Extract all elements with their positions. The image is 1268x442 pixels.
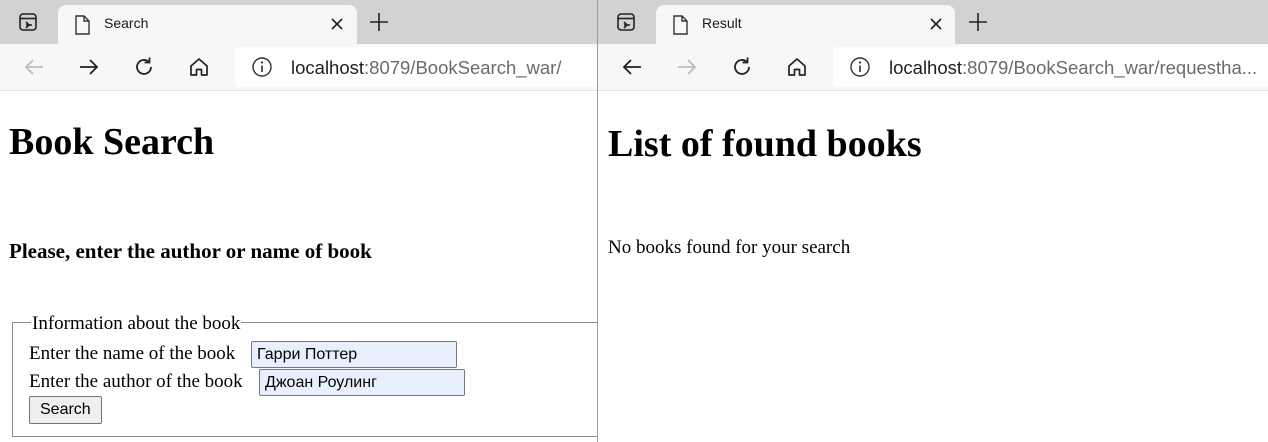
search-button[interactable]: Search xyxy=(29,396,102,424)
page-title: Book Search xyxy=(9,121,215,163)
tab-title: Result xyxy=(702,15,742,31)
tab-result[interactable]: Result xyxy=(656,5,955,44)
new-tab-button[interactable] xyxy=(368,11,390,33)
toolbar: localhost:8079/BookSearch_war/requestha.… xyxy=(598,44,1268,91)
document-icon xyxy=(75,15,90,35)
close-tab-icon[interactable] xyxy=(929,17,943,31)
address-bar[interactable]: localhost:8079/BookSearch_war/ xyxy=(235,47,597,87)
back-button[interactable] xyxy=(619,54,645,80)
search-browser-window: Search localhost:8079/BookSearch_war/ Bo… xyxy=(0,0,597,442)
arrow-left-icon xyxy=(24,59,43,75)
arrow-right-icon xyxy=(80,59,99,75)
forward-button[interactable] xyxy=(674,54,700,80)
address-bar[interactable]: localhost:8079/BookSearch_war/requestha.… xyxy=(833,47,1268,87)
arrow-left-icon xyxy=(622,59,641,75)
book-name-input[interactable] xyxy=(251,341,457,368)
tab-strip: Result xyxy=(598,0,1268,44)
refresh-button[interactable] xyxy=(729,54,755,80)
fieldset-legend: Information about the book xyxy=(31,313,242,335)
refresh-icon xyxy=(136,57,152,75)
tab-actions-icon xyxy=(617,13,635,31)
page-content: Book Search Please, enter the author or … xyxy=(0,91,597,442)
url-path: :8079/BookSearch_war/ xyxy=(364,57,562,78)
plus-icon xyxy=(969,13,987,31)
url-host: localhost xyxy=(291,57,365,78)
result-browser-window: Result localhost:8079/BookSearch_war/req… xyxy=(598,0,1268,442)
refresh-button[interactable] xyxy=(131,54,157,80)
toolbar: localhost:8079/BookSearch_war/ xyxy=(0,44,597,91)
url-path: :8079/BookSearch_war/requestha... xyxy=(962,57,1258,78)
book-info-fieldset: Information about the book Enter the nam… xyxy=(12,313,597,437)
arrow-right-icon xyxy=(678,59,697,75)
info-icon[interactable] xyxy=(251,56,273,78)
home-icon xyxy=(190,58,208,76)
tab-search[interactable]: Search xyxy=(58,5,357,44)
tab-actions-icon xyxy=(19,13,37,31)
info-icon[interactable] xyxy=(849,56,871,78)
plus-icon xyxy=(370,13,388,31)
forward-button[interactable] xyxy=(76,54,102,80)
tab-actions-button[interactable] xyxy=(612,8,640,36)
instruction-heading: Please, enter the author or name of book xyxy=(9,239,372,263)
document-icon xyxy=(673,15,688,35)
home-icon xyxy=(788,58,806,76)
refresh-icon xyxy=(734,57,750,75)
close-tab-icon[interactable] xyxy=(330,17,344,31)
address-url: localhost:8079/BookSearch_war/ xyxy=(291,57,561,79)
back-button[interactable] xyxy=(21,54,47,80)
home-button[interactable] xyxy=(186,54,212,80)
new-tab-button[interactable] xyxy=(967,11,989,33)
home-button[interactable] xyxy=(784,54,810,80)
tab-actions-button[interactable] xyxy=(14,8,42,36)
book-name-label: Enter the name of the book xyxy=(29,343,236,364)
page-title: List of found books xyxy=(608,123,922,165)
page-content: List of found books No books found for y… xyxy=(598,91,1268,442)
url-host: localhost xyxy=(889,57,963,78)
tab-strip: Search xyxy=(0,0,597,44)
book-author-label: Enter the author of the book xyxy=(29,371,243,392)
tab-title: Search xyxy=(104,15,149,31)
no-results-message: No books found for your search xyxy=(608,237,851,258)
address-url: localhost:8079/BookSearch_war/requestha.… xyxy=(889,57,1257,79)
book-author-input[interactable] xyxy=(259,369,465,396)
